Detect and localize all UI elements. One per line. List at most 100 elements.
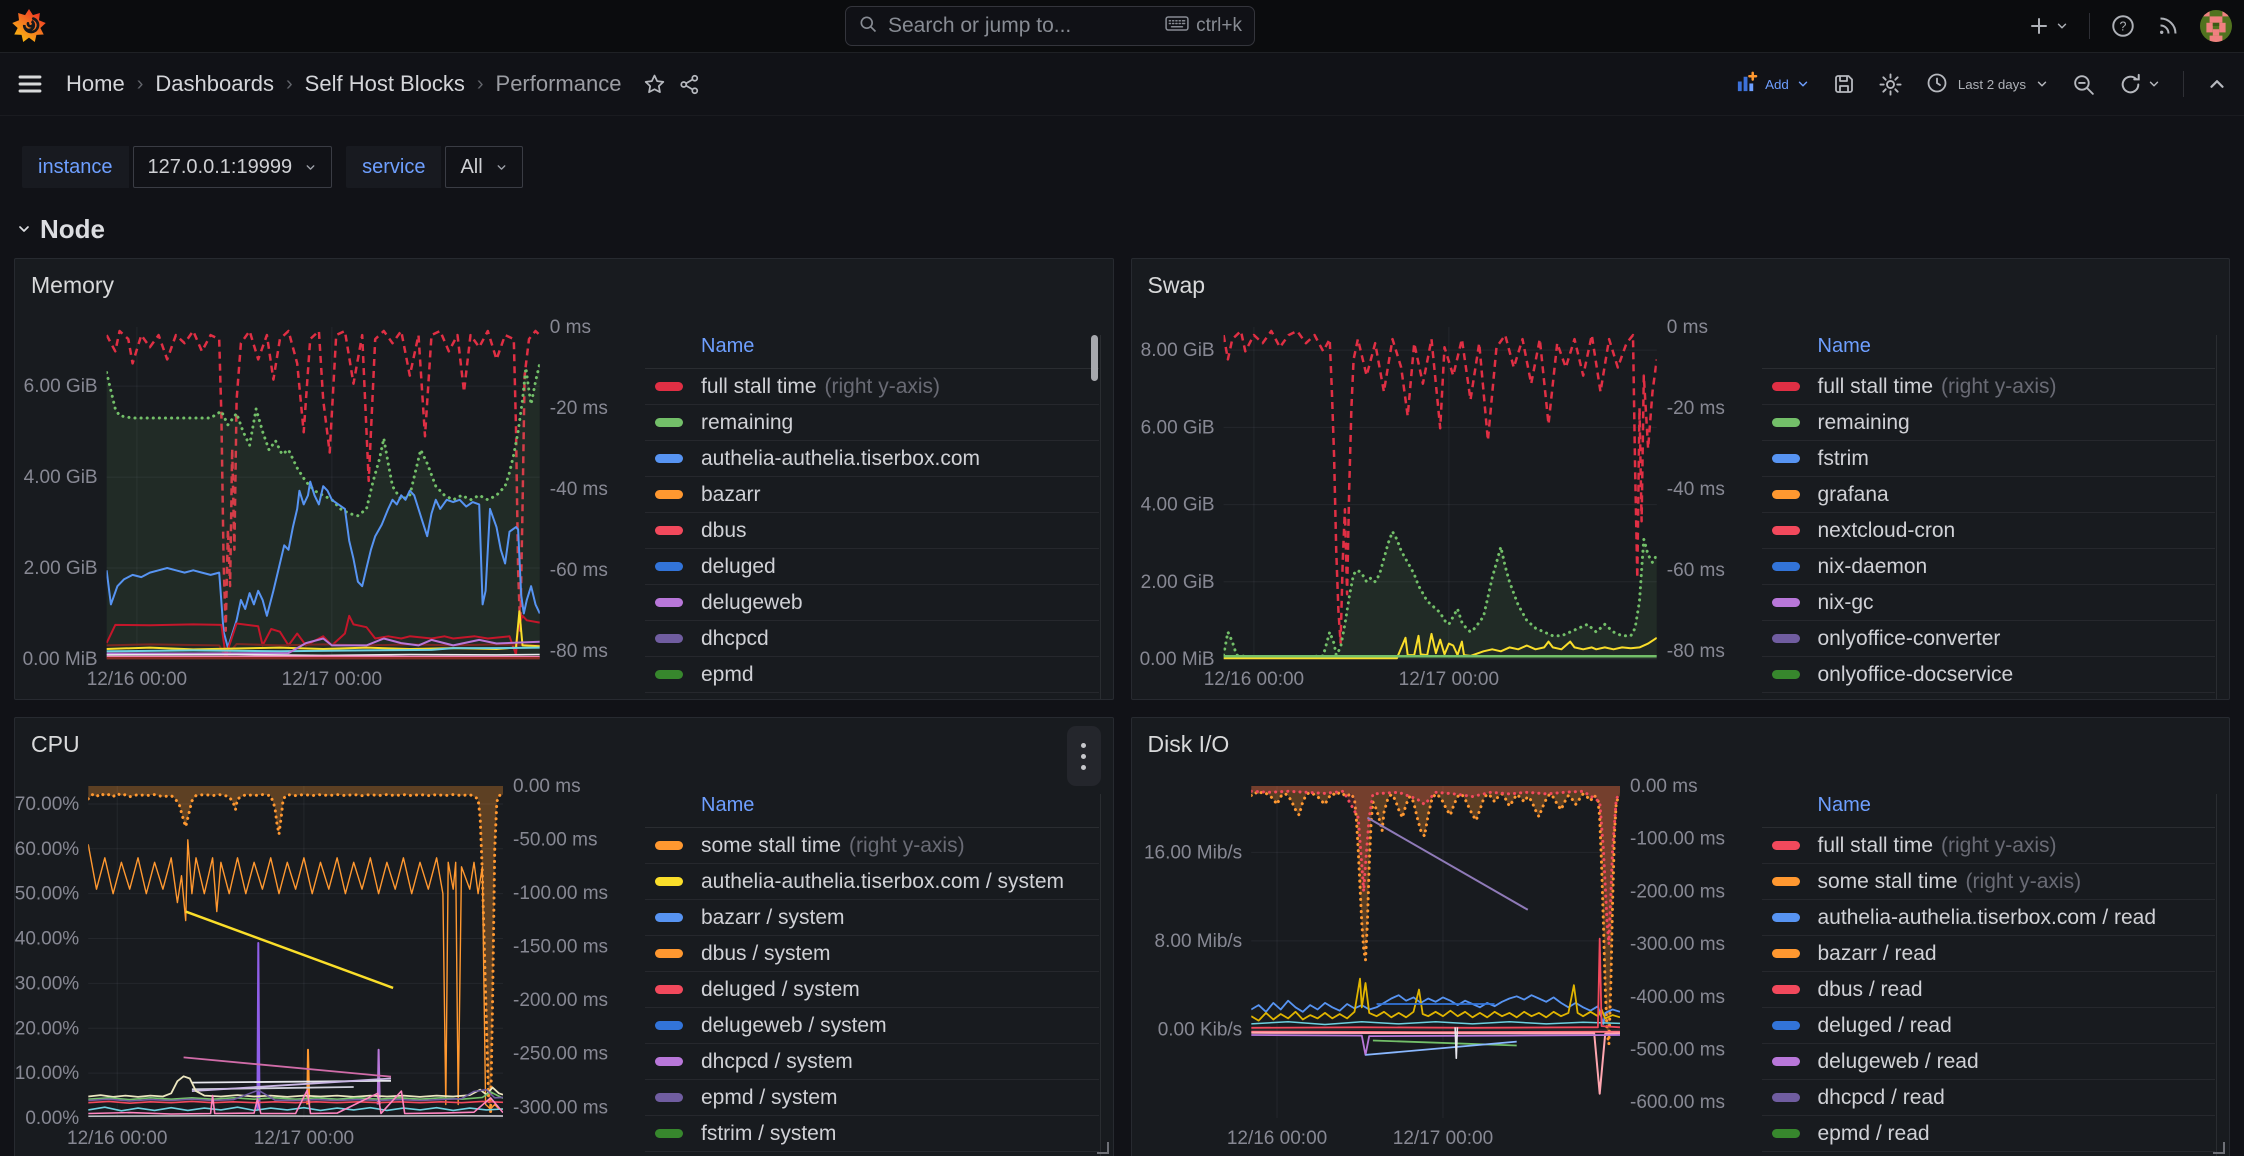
help-button[interactable]: ? (2110, 13, 2136, 39)
panel-title: Memory (31, 272, 114, 299)
share-icon[interactable] (678, 73, 701, 96)
legend-row[interactable]: epmd (645, 657, 1099, 693)
add-button[interactable]: Add (1735, 71, 1810, 97)
legend-row[interactable]: delugeweb / read (1762, 1044, 2216, 1080)
svg-text:-40 ms: -40 ms (550, 479, 608, 500)
legend-row[interactable]: delugeweb / system (645, 1008, 1099, 1044)
legend-row[interactable]: some stall time(right y-axis) (1762, 864, 2216, 900)
legend-name-header[interactable]: Name (1762, 794, 2216, 828)
legend-row[interactable]: delugeweb (645, 585, 1099, 621)
legend-row[interactable]: bazarr (645, 477, 1099, 513)
legend-row[interactable]: epmd / read (1762, 1116, 2216, 1152)
legend-row[interactable]: fstrim (1762, 441, 2216, 477)
panel-resize-handle[interactable] (1097, 1142, 1109, 1154)
legend-row[interactable]: deluged / read (1762, 1008, 2216, 1044)
legend-row[interactable]: postgresql (1762, 693, 2216, 700)
zoom-out-time-icon[interactable] (2071, 72, 2096, 97)
legend-row[interactable]: nix-gc (1762, 585, 2216, 621)
instance-variable-dropdown[interactable]: 127.0.0.1:19999 (133, 146, 333, 188)
series-color-swatch (1772, 1093, 1800, 1102)
series-color-swatch (655, 598, 683, 607)
save-dashboard-icon[interactable] (1832, 72, 1856, 96)
legend-row[interactable]: epmd / system (645, 1080, 1099, 1116)
breadcrumb-dashboards[interactable]: Dashboards (155, 71, 274, 97)
legend-row[interactable]: dhcpcd / read (1762, 1080, 2216, 1116)
legend-row[interactable]: grafana (1762, 477, 2216, 513)
legend-row[interactable]: deluged / system (645, 972, 1099, 1008)
legend-row[interactable]: dhcpcd / system (645, 1044, 1099, 1080)
timeseries-chart[interactable]: 0.00 Kib/s8.00 Mib/s16.00 Mib/s0.00 ms-1… (1132, 772, 1732, 1152)
legend-row[interactable]: nix-daemon (1762, 549, 2216, 585)
panel-header[interactable]: Disk I/O (1132, 718, 2230, 770)
legend-row[interactable]: some stall time(right y-axis) (645, 828, 1099, 864)
refresh-button[interactable] (2118, 72, 2161, 97)
legend-row[interactable]: fstrim (645, 693, 1099, 700)
chevron-down-icon (2055, 19, 2069, 33)
svg-text:12/16 00:00: 12/16 00:00 (1226, 1128, 1326, 1149)
series-color-swatch (655, 913, 683, 922)
svg-text:-300.00 ms: -300.00 ms (1630, 934, 1725, 955)
legend-row[interactable]: dhcpcd (645, 621, 1099, 657)
panel-resize-handle[interactable] (2213, 1142, 2225, 1154)
series-name: fstrim (701, 699, 752, 701)
legend-row[interactable]: fstrim / system (645, 1116, 1099, 1152)
legend-row[interactable]: full stall time(right y-axis) (645, 369, 1099, 405)
legend-row[interactable]: onlyoffice-docservice (1762, 657, 2216, 693)
time-range-picker[interactable]: Last 2 days (1925, 71, 2049, 98)
svg-text:0 ms: 0 ms (1666, 317, 1707, 338)
legend-row[interactable]: full stall time(right y-axis) (1762, 828, 2216, 864)
legend-row[interactable]: authelia-authelia.tiserbox.com (645, 441, 1099, 477)
legend-row[interactable]: full stall time(right y-axis) (1762, 369, 2216, 405)
timeseries-chart[interactable]: 0.00%10.00%20.00%30.00%40.00%50.00%60.00… (15, 772, 615, 1152)
legend-row[interactable]: dbus (645, 513, 1099, 549)
panel-header[interactable]: Memory (15, 259, 1113, 311)
new-button[interactable] (2027, 14, 2069, 38)
series-name: nix-daemon (1818, 555, 1928, 579)
panel-swap: Swap 0.00 MiB2.00 GiB4.00 GiB6.00 GiB8.0… (1131, 258, 2231, 700)
breadcrumb-home[interactable]: Home (66, 71, 125, 97)
panel-memory: Memory 0.00 MiB2.00 GiB4.00 GiB6.00 GiB0… (14, 258, 1114, 700)
news-rss-button[interactable] (2156, 14, 2180, 38)
panel-header[interactable]: Swap (1132, 259, 2230, 311)
panel-menu-kebab-icon[interactable] (1067, 726, 1101, 786)
legend-row[interactable]: nextcloud-cron (1762, 513, 2216, 549)
svg-text:40.00%: 40.00% (15, 929, 79, 950)
search-icon (858, 14, 878, 39)
svg-text:4.00 GiB: 4.00 GiB (24, 467, 98, 488)
legend-row[interactable]: remaining (645, 405, 1099, 441)
search-input[interactable]: Search or jump to... ctrl+k (845, 6, 1255, 46)
timeseries-chart[interactable]: 0.00 MiB2.00 GiB4.00 GiB6.00 GiB0 ms-20 … (15, 313, 615, 693)
legend-row[interactable]: authelia-authelia.tiserbox.com / system (645, 864, 1099, 900)
series-name: some stall time (1818, 870, 1958, 894)
legend-row[interactable]: deluged (645, 549, 1099, 585)
legend-name-header[interactable]: Name (645, 794, 1099, 828)
legend-row[interactable]: bazarr / read (1762, 936, 2216, 972)
legend-row[interactable]: dbus / system (645, 936, 1099, 972)
favorite-star-icon[interactable] (643, 73, 666, 96)
legend-row[interactable]: bazarr / system (645, 900, 1099, 936)
legend-row[interactable]: dbus / read (1762, 972, 2216, 1008)
legend-vertical-scrollbar[interactable] (1091, 335, 1098, 381)
legend-row[interactable]: remaining (1762, 405, 2216, 441)
row-node-toggle[interactable]: Node (0, 208, 2244, 250)
user-avatar[interactable] (2200, 10, 2232, 42)
timeseries-chart[interactable]: 0.00 MiB2.00 GiB4.00 GiB6.00 GiB8.00 GiB… (1132, 313, 1732, 693)
legend-name-header[interactable]: Name (1762, 335, 2216, 369)
svg-text:12/17 00:00: 12/17 00:00 (282, 669, 382, 690)
series-color-swatch (1772, 598, 1800, 607)
service-variable-dropdown[interactable]: All (445, 146, 522, 188)
collapse-toolbar-chevron-up-icon[interactable] (2206, 73, 2228, 95)
grafana-logo-icon[interactable] (12, 9, 46, 43)
legend-row[interactable]: authelia-authelia.tiserbox.com / read (1762, 900, 2216, 936)
panel-header[interactable]: CPU (15, 718, 1113, 770)
legend-name-header[interactable]: Name (645, 335, 1099, 369)
grafana-dashboard: Search or jump to... ctrl+k ? (0, 0, 2244, 1156)
legend-row[interactable]: fstrim / read (1762, 1152, 2216, 1156)
breadcrumb-folder[interactable]: Self Host Blocks (305, 71, 465, 97)
dashboard-settings-gear-icon[interactable] (1878, 72, 1903, 97)
series-name: dbus / read (1818, 978, 1923, 1002)
series-name: authelia-authelia.tiserbox.com / read (1818, 906, 2157, 930)
legend-row[interactable]: onlyoffice-converter (1762, 621, 2216, 657)
legend-row[interactable]: grafana / system (645, 1152, 1099, 1156)
menu-toggle-icon[interactable] (16, 70, 44, 98)
